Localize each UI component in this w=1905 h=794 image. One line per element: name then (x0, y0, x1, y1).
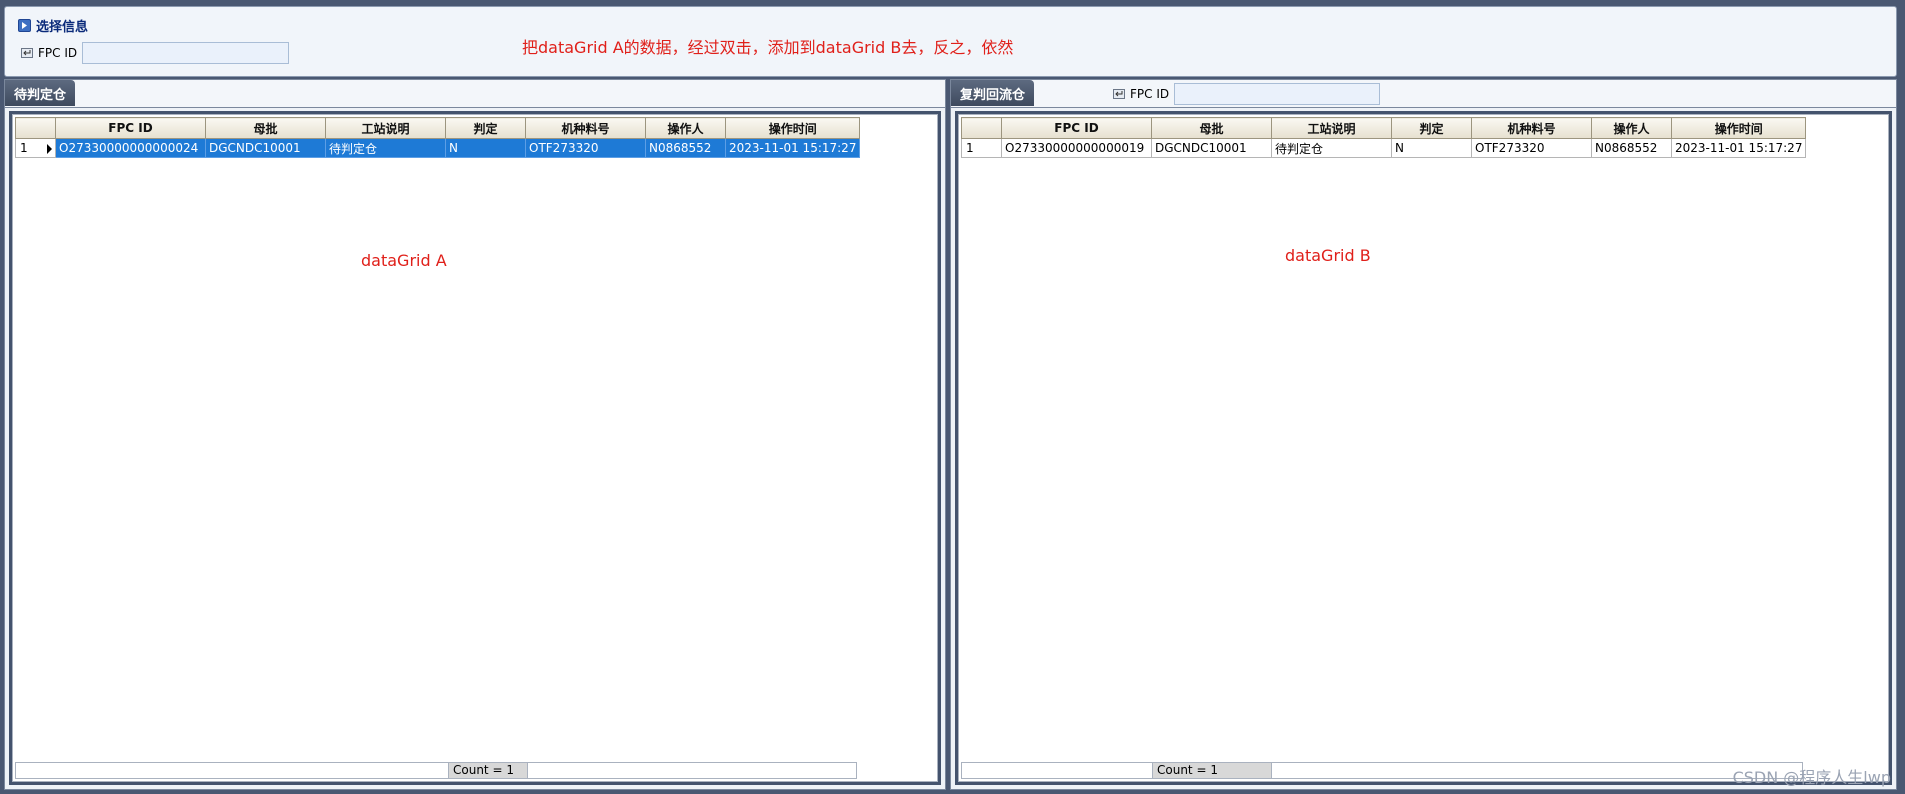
grid-a-table: FPC ID 母批 工站说明 判定 机种料号 操作人 操作时间 1 O27330… (15, 117, 861, 158)
cell-station-desc[interactable]: 待判定仓 (325, 138, 446, 158)
row-number[interactable]: 1 (15, 138, 56, 158)
data-grid-a[interactable]: FPC ID 母批 工站说明 判定 机种料号 操作人 操作时间 1 O27330… (12, 114, 938, 782)
table-row[interactable]: 1 O27330000000000019 DGCNDC10001 待判定仓 N … (961, 138, 1807, 158)
row-pointer-icon (47, 144, 52, 154)
cell-operate-time[interactable]: 2023-11-01 15:17:27 (1670, 138, 1807, 158)
cell-station-desc[interactable]: 待判定仓 (1271, 138, 1392, 158)
column-header-fpc-id[interactable]: FPC ID (1001, 117, 1152, 139)
column-header-fpc-id[interactable]: FPC ID (55, 117, 206, 139)
column-header-parent-lot[interactable]: 母批 (1151, 117, 1272, 139)
pending-panel-header (5, 80, 945, 108)
grid-b-table: FPC ID 母批 工站说明 判定 机种料号 操作人 操作时间 1 O27330… (961, 117, 1807, 158)
cell-fpc-id[interactable]: O27330000000000024 (55, 138, 206, 158)
tab-review[interactable]: 复判回流仓 (951, 80, 1035, 106)
pending-panel: 待判定仓 FPC ID 母批 工站说明 判定 机种料号 操作人 操作时间 1 O… (4, 79, 946, 790)
column-header-part-number[interactable]: 机种料号 (525, 117, 646, 139)
cell-operator[interactable]: N0868552 (1591, 138, 1672, 158)
grid-b-frame: FPC ID 母批 工站说明 判定 机种料号 操作人 操作时间 1 O27330… (955, 111, 1892, 785)
grid-b-fpc-id-label: FPC ID (1130, 87, 1170, 101)
cell-parent-lot[interactable]: DGCNDC10001 (205, 138, 326, 158)
grid-b-fpc-id-row: FPC ID (1113, 83, 1381, 105)
data-grid-b[interactable]: FPC ID 母批 工站说明 判定 机种料号 操作人 操作时间 1 O27330… (958, 114, 1889, 782)
review-panel: 复判回流仓 FPC ID FPC ID 母批 工站说明 判定 机种料号 操作人 … (950, 79, 1897, 790)
tab-pending[interactable]: 待判定仓 (5, 80, 76, 106)
column-header-judgement[interactable]: 判定 (1391, 117, 1472, 139)
row-header-corner[interactable] (15, 117, 56, 139)
grid-b-count: Count = 1 (1152, 763, 1272, 778)
column-header-station-desc[interactable]: 工站说明 (1271, 117, 1392, 139)
grid-a-label: dataGrid A (361, 251, 447, 270)
selection-panel: 选择信息 FPC ID 把dataGrid A的数据，经过双击，添加到dataG… (4, 6, 1897, 77)
cell-operator[interactable]: N0868552 (645, 138, 726, 158)
enter-key-icon (1113, 89, 1125, 99)
instruction-note: 把dataGrid A的数据，经过双击，添加到dataGrid B去，反之，依然 (522, 38, 1014, 57)
column-header-operator[interactable]: 操作人 (645, 117, 726, 139)
column-header-judgement[interactable]: 判定 (445, 117, 526, 139)
csdn-watermark: CSDN @程序人生lwp (1732, 768, 1891, 787)
grid-a-count: Count = 1 (448, 763, 528, 778)
cell-judgement[interactable]: N (1391, 138, 1472, 158)
enter-key-icon (21, 48, 33, 58)
column-header-operator[interactable]: 操作人 (1591, 117, 1672, 139)
fpc-id-field-row: FPC ID (21, 42, 290, 64)
selection-title[interactable]: 选择信息 (18, 16, 88, 35)
column-header-station-desc[interactable]: 工站说明 (325, 117, 446, 139)
grid-a-frame: FPC ID 母批 工站说明 判定 机种料号 操作人 操作时间 1 O27330… (9, 111, 941, 785)
expand-arrow-icon[interactable] (18, 19, 31, 32)
grid-b-fpc-id-input[interactable] (1174, 83, 1381, 105)
column-header-operate-time[interactable]: 操作时间 (1670, 117, 1807, 139)
cell-parent-lot[interactable]: DGCNDC10001 (1151, 138, 1272, 158)
table-row[interactable]: 1 O27330000000000024 DGCNDC10001 待判定仓 N … (15, 138, 861, 158)
grid-b-header-row: FPC ID 母批 工站说明 判定 机种料号 操作人 操作时间 (961, 117, 1807, 139)
column-header-parent-lot[interactable]: 母批 (205, 117, 326, 139)
cell-part-number[interactable]: OTF273320 (1471, 138, 1592, 158)
fpc-id-input[interactable] (82, 42, 290, 64)
grid-a-footer: Count = 1 (15, 762, 857, 779)
column-header-part-number[interactable]: 机种料号 (1471, 117, 1592, 139)
row-header-corner[interactable] (961, 117, 1002, 139)
review-panel-header (951, 80, 1896, 108)
selection-title-text: 选择信息 (36, 20, 89, 35)
grid-b-footer: Count = 1 (961, 762, 1803, 779)
cell-fpc-id[interactable]: O27330000000000019 (1001, 138, 1152, 158)
cell-operate-time[interactable]: 2023-11-01 15:17:27 (724, 138, 861, 158)
grid-a-header-row: FPC ID 母批 工站说明 判定 机种料号 操作人 操作时间 (15, 117, 861, 139)
fpc-id-label: FPC ID (38, 46, 78, 60)
grid-b-label: dataGrid B (1285, 246, 1371, 265)
cell-judgement[interactable]: N (445, 138, 526, 158)
cell-part-number[interactable]: OTF273320 (525, 138, 646, 158)
column-header-operate-time[interactable]: 操作时间 (724, 117, 861, 139)
row-number[interactable]: 1 (961, 138, 1002, 158)
